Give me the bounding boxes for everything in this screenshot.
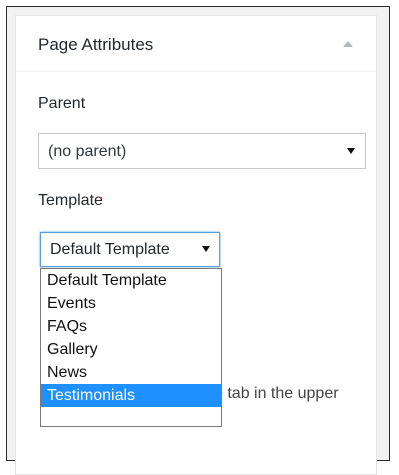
template-option-events[interactable]: Events [41, 292, 221, 315]
template-label: Template [38, 192, 103, 209]
template-option-default-template[interactable]: Default Template [41, 269, 221, 292]
parent-select-value: (no parent) [48, 143, 127, 160]
parent-label: Parent [38, 95, 86, 112]
template-select[interactable]: Default Template [40, 232, 220, 267]
panel-title: Page Attributes [38, 35, 154, 54]
dropdown-arrow-icon [347, 148, 355, 154]
page-attributes-panel: Page Attributes Parent (no parent) Templ… [15, 15, 377, 475]
parent-select[interactable]: (no parent) [38, 133, 366, 169]
red-dot-mark [100, 197, 102, 199]
triangle-up-icon[interactable] [341, 37, 355, 51]
template-option-testimonials[interactable]: Testimonials [41, 384, 221, 407]
dropdown-arrow-icon [202, 246, 210, 252]
template-option-news[interactable]: News [41, 361, 221, 384]
template-option-faqs[interactable]: FAQs [41, 315, 221, 338]
panel-header[interactable]: Page Attributes [16, 16, 376, 72]
template-option-gallery[interactable]: Gallery [41, 338, 221, 361]
template-select-value: Default Template [50, 241, 170, 258]
template-dropdown-list: Default Template Events FAQs Gallery New… [40, 268, 222, 427]
